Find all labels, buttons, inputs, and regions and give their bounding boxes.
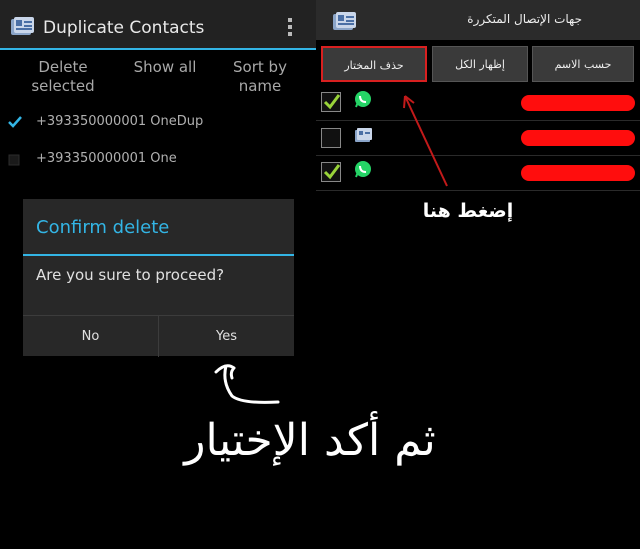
no-button[interactable]: No xyxy=(23,316,158,357)
sort-by-name-option[interactable]: Sort by name xyxy=(222,58,298,96)
delete-selected-button[interactable]: حذف المختار xyxy=(321,46,427,82)
tap-here-hint: إضغط هنا xyxy=(422,200,514,222)
app-title: جهات الإتصال المتكررة xyxy=(467,12,582,26)
contact-row[interactable]: +393350000001 One xyxy=(0,143,316,177)
whatsapp-icon xyxy=(355,161,371,178)
contact-row[interactable] xyxy=(316,121,640,156)
checkbox-checked-icon[interactable] xyxy=(321,92,341,112)
contact-row[interactable]: +393350000001 OneDup xyxy=(0,106,316,140)
checkbox-checked-icon[interactable] xyxy=(321,162,341,182)
action-bar: جهات الإتصال المتكررة xyxy=(316,0,640,40)
redacted-name xyxy=(521,165,635,181)
contact-row[interactable] xyxy=(316,86,640,121)
red-pointer-arrow-icon xyxy=(403,95,448,187)
checkbox-empty-icon[interactable] xyxy=(321,128,341,148)
dialog-divider xyxy=(23,254,294,256)
delete-selected-option[interactable]: Delete selected xyxy=(18,58,108,96)
sort-by-name-button[interactable]: حسب الاسم xyxy=(532,46,634,82)
show-all-button[interactable]: إظهار الكل xyxy=(432,46,528,82)
whatsapp-icon xyxy=(355,91,371,108)
app-title: Duplicate Contacts xyxy=(43,18,205,38)
contact-row[interactable] xyxy=(316,156,640,191)
yes-button[interactable]: Yes xyxy=(159,316,294,357)
confirm-delete-dialog: Confirm delete Are you sure to proceed? … xyxy=(23,199,294,357)
show-all-option[interactable]: Show all xyxy=(125,58,205,77)
left-screenshot-panel: Duplicate Contacts Delete selected Show … xyxy=(0,0,436,549)
confirm-instruction-text: ثم أكد الإختيار xyxy=(184,415,436,466)
dialog-button-bar: No Yes xyxy=(23,315,294,357)
contacts-app-icon xyxy=(355,128,372,142)
checkbox-checked-icon[interactable] xyxy=(8,115,22,129)
redacted-name xyxy=(521,130,635,146)
contacts-app-icon xyxy=(11,17,34,35)
contact-number: +393350000001 One xyxy=(36,151,177,166)
hand-drawn-arrow-icon xyxy=(214,364,280,404)
checkbox-empty-icon[interactable] xyxy=(8,152,22,166)
action-bar: Duplicate Contacts xyxy=(0,0,316,50)
overflow-menu-icon[interactable] xyxy=(286,18,294,38)
right-screenshot-panel: جهات الإتصال المتكررة حذف المختار إظهار … xyxy=(316,0,640,210)
redacted-name xyxy=(521,95,635,111)
dialog-message: Are you sure to proceed? xyxy=(36,266,225,284)
contact-number: +393350000001 OneDup xyxy=(36,114,204,129)
dialog-title: Confirm delete xyxy=(36,217,170,238)
contacts-app-icon xyxy=(333,12,356,30)
